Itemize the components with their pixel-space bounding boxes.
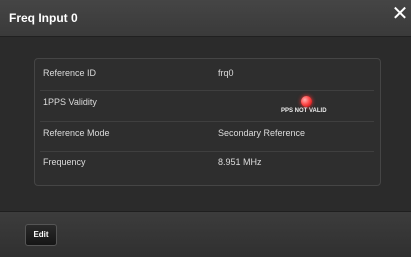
pps-status-text: PPS NOT VALID bbox=[281, 108, 327, 114]
freq-input-dialog: Freq Input 0 ✕ Reference ID frq0 1PPS Va… bbox=[0, 0, 411, 257]
reference-id-label: Reference ID bbox=[43, 68, 97, 78]
edit-button[interactable]: Edit bbox=[25, 224, 57, 246]
row-1pps-validity: 1PPS Validity PPS NOT VALID bbox=[40, 91, 374, 122]
frequency-value: 8.951 MHz bbox=[218, 157, 262, 167]
close-icon[interactable]: ✕ bbox=[391, 4, 409, 24]
row-reference-id: Reference ID frq0 bbox=[40, 59, 374, 91]
row-reference-mode: Reference Mode Secondary Reference bbox=[40, 122, 374, 152]
1pps-validity-label: 1PPS Validity bbox=[43, 97, 97, 107]
dialog-footer: Edit bbox=[0, 211, 411, 257]
dialog-titlebar: Freq Input 0 ✕ bbox=[0, 0, 411, 37]
row-frequency: Frequency 8.951 MHz bbox=[40, 152, 374, 182]
reference-mode-value: Secondary Reference bbox=[218, 128, 306, 138]
dialog-content: Reference ID frq0 1PPS Validity PPS NOT … bbox=[0, 37, 411, 211]
info-panel: Reference ID frq0 1PPS Validity PPS NOT … bbox=[34, 58, 381, 186]
reference-id-value: frq0 bbox=[218, 68, 234, 78]
pps-status-indicator: PPS NOT VALID bbox=[273, 96, 353, 118]
reference-mode-label: Reference Mode bbox=[43, 128, 110, 138]
dialog-title: Freq Input 0 bbox=[9, 11, 78, 25]
frequency-label: Frequency bbox=[43, 157, 86, 167]
status-led-icon bbox=[301, 96, 312, 107]
